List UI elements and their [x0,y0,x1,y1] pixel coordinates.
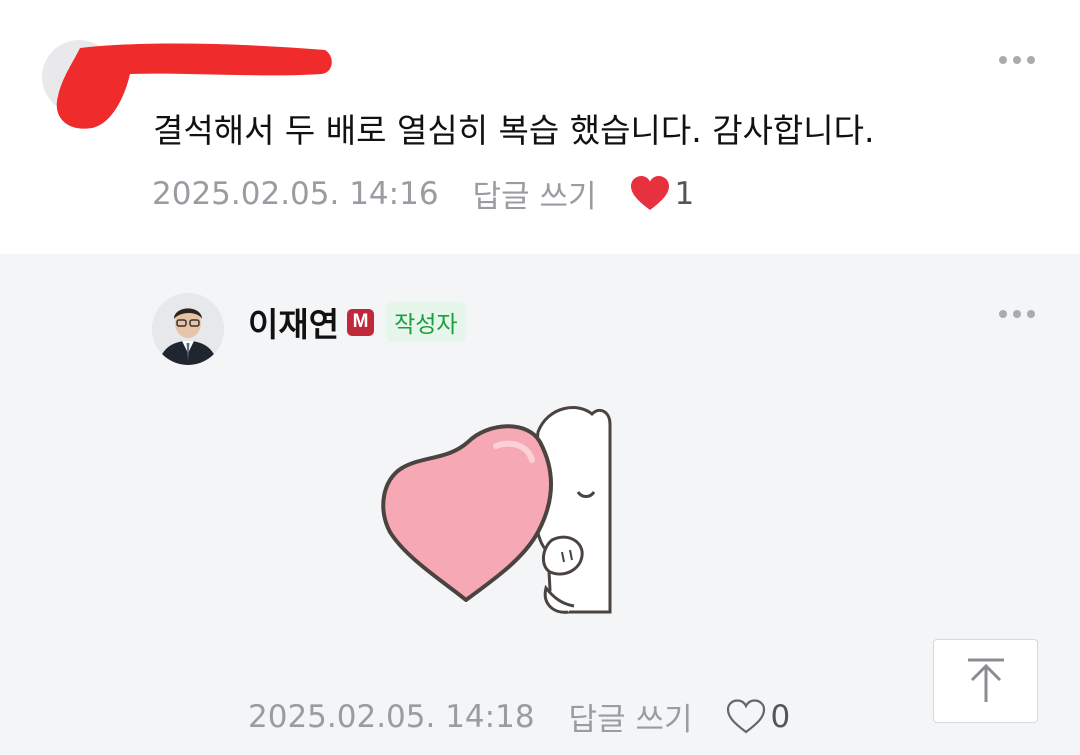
heart-sticker [381,406,612,614]
reply-button[interactable]: 답글 쓰기 [569,694,693,739]
scroll-top-icon [967,658,1004,702]
like-button[interactable]: 1 [630,175,695,212]
author-row: 이재연 M 작성자 [248,298,466,346]
more-icon[interactable] [999,308,1039,320]
writer-badge: 작성자 [386,302,466,342]
reply-button[interactable]: 답글 쓰기 [473,171,597,216]
comment-meta: 2025.02.05. 14:18 답글 쓰기 0 [248,694,790,739]
like-count: 0 [770,698,791,735]
profile-photo [152,293,224,365]
author-name[interactable]: 이재연 [248,298,339,346]
more-icon[interactable] [999,54,1039,66]
scroll-top-button[interactable] [933,639,1038,723]
like-button[interactable]: 0 [726,699,790,735]
comment-text: 결석해서 두 배로 열심히 복습 했습니다. 감사합니다. [153,111,875,150]
heart-outline-icon [727,698,766,733]
avatar[interactable] [152,293,224,365]
manager-badge: M [347,308,375,336]
heart-filled-icon [631,175,670,210]
comment-date: 2025.02.05. 14:18 [248,698,535,735]
comment-meta: 2025.02.05. 14:16 답글 쓰기 1 [152,171,694,216]
comment-item: 결석해서 두 배로 열심히 복습 했습니다. 감사합니다. 2025.02.05… [0,0,1080,254]
reply-comment-item: 이재연 M 작성자 2025.02.05. 14:18 답글 쓰기 0 [0,254,1080,755]
comment-date: 2025.02.05. 14:16 [152,175,439,212]
like-count: 1 [674,175,695,212]
